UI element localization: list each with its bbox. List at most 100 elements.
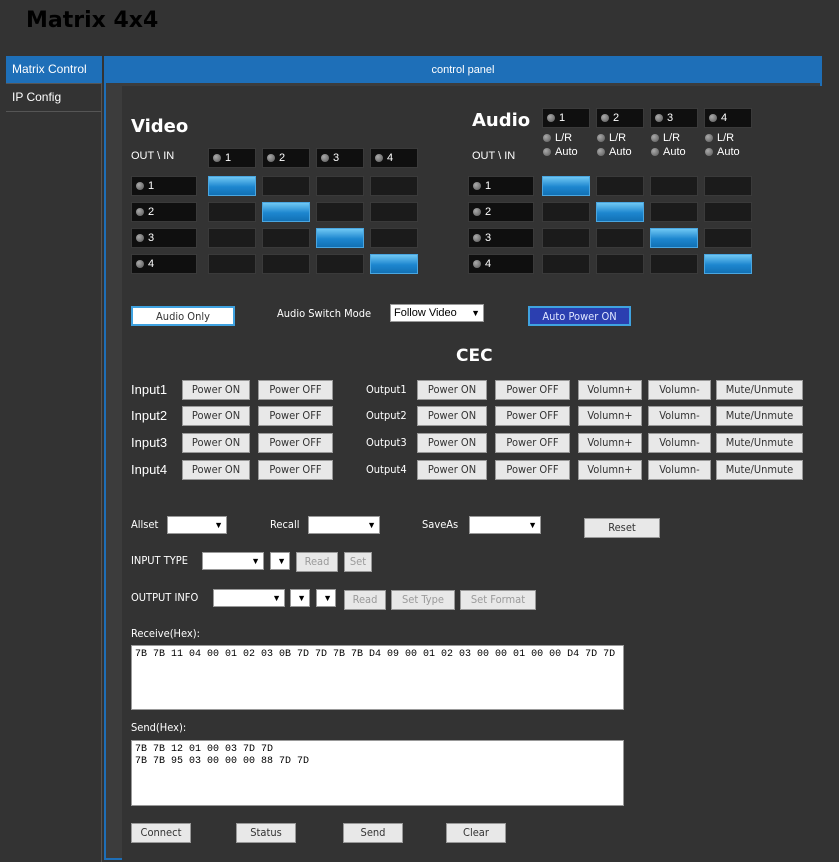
audio-lr-radio-4[interactable]: L/R (704, 132, 734, 144)
video-output-2-button[interactable]: 2 (131, 202, 197, 222)
video-cell-o3-i3[interactable] (316, 228, 364, 248)
cec-output-2-volume-up-button[interactable]: Volumn+ (578, 406, 642, 426)
cec-output-3-volume-down-button[interactable]: Volumn- (648, 433, 711, 453)
cec-output-2-mute-button[interactable]: Mute/Unmute (716, 406, 803, 426)
audio-cell-o1-i2[interactable] (596, 176, 644, 196)
audio-cell-o2-i4[interactable] (704, 202, 752, 222)
audio-cell-o2-i2[interactable] (596, 202, 644, 222)
audio-cell-o3-i2[interactable] (596, 228, 644, 248)
cec-input-1-power-off-button[interactable]: Power OFF (258, 380, 333, 400)
video-cell-o3-i2[interactable] (262, 228, 310, 248)
cec-output-1-volume-up-button[interactable]: Volumn+ (578, 380, 642, 400)
audio-input-1-button[interactable]: 1 (542, 108, 590, 128)
cec-output-1-power-on-button[interactable]: Power ON (417, 380, 487, 400)
cec-output-1-power-off-button[interactable]: Power OFF (495, 380, 570, 400)
cec-output-2-power-off-button[interactable]: Power OFF (495, 406, 570, 426)
audio-switch-mode-select[interactable]: Follow Video ▼ (390, 304, 484, 322)
cec-input-3-power-off-button[interactable]: Power OFF (258, 433, 333, 453)
audio-cell-o3-i3[interactable] (650, 228, 698, 248)
output-info-set-type-button[interactable]: Set Type (391, 590, 455, 610)
cec-input-4-power-off-button[interactable]: Power OFF (258, 460, 333, 480)
cec-output-4-mute-button[interactable]: Mute/Unmute (716, 460, 803, 480)
video-input-1-button[interactable]: 1 (208, 148, 256, 168)
video-cell-o4-i4[interactable] (370, 254, 418, 274)
output-info-port-select[interactable]: ▼ (290, 589, 310, 607)
cec-input-2-power-on-button[interactable]: Power ON (182, 406, 250, 426)
video-cell-o1-i3[interactable] (316, 176, 364, 196)
video-output-4-button[interactable]: 4 (131, 254, 197, 274)
output-info-read-button[interactable]: Read (344, 590, 386, 610)
sidebar-item-matrix-control[interactable]: Matrix Control (6, 56, 102, 84)
input-type-select[interactable]: ▼ (202, 552, 264, 570)
audio-cell-o1-i4[interactable] (704, 176, 752, 196)
cec-output-1-mute-button[interactable]: Mute/Unmute (716, 380, 803, 400)
cec-output-3-power-on-button[interactable]: Power ON (417, 433, 487, 453)
connect-button[interactable]: Connect (131, 823, 191, 843)
saveas-select[interactable]: ▼ (469, 516, 541, 534)
audio-cell-o4-i3[interactable] (650, 254, 698, 274)
audio-output-3-button[interactable]: 3 (468, 228, 534, 248)
audio-only-button[interactable]: Audio Only (131, 306, 235, 326)
audio-lr-radio-3[interactable]: L/R (650, 132, 680, 144)
audio-auto-radio-2[interactable]: Auto (596, 146, 632, 158)
cec-output-4-power-on-button[interactable]: Power ON (417, 460, 487, 480)
audio-output-2-button[interactable]: 2 (468, 202, 534, 222)
audio-output-4-button[interactable]: 4 (468, 254, 534, 274)
video-cell-o2-i2[interactable] (262, 202, 310, 222)
input-type-read-button[interactable]: Read (296, 552, 338, 572)
cec-output-1-volume-down-button[interactable]: Volumn- (648, 380, 711, 400)
audio-lr-radio-1[interactable]: L/R (542, 132, 572, 144)
cec-output-3-power-off-button[interactable]: Power OFF (495, 433, 570, 453)
output-info-format-select[interactable]: ▼ (316, 589, 336, 607)
video-cell-o1-i1[interactable] (208, 176, 256, 196)
video-cell-o4-i2[interactable] (262, 254, 310, 274)
audio-cell-o3-i4[interactable] (704, 228, 752, 248)
video-input-2-button[interactable]: 2 (262, 148, 310, 168)
video-cell-o2-i4[interactable] (370, 202, 418, 222)
sidebar-item-ip-config[interactable]: IP Config (6, 84, 102, 112)
audio-auto-radio-1[interactable]: Auto (542, 146, 578, 158)
cec-output-4-volume-up-button[interactable]: Volumn+ (578, 460, 642, 480)
auto-power-on-button[interactable]: Auto Power ON (528, 306, 631, 326)
video-cell-o2-i3[interactable] (316, 202, 364, 222)
audio-auto-radio-4[interactable]: Auto (704, 146, 740, 158)
audio-input-3-button[interactable]: 3 (650, 108, 698, 128)
audio-auto-radio-3[interactable]: Auto (650, 146, 686, 158)
reset-button[interactable]: Reset (584, 518, 660, 538)
status-button[interactable]: Status (236, 823, 296, 843)
cec-output-3-mute-button[interactable]: Mute/Unmute (716, 433, 803, 453)
cec-output-4-volume-down-button[interactable]: Volumn- (648, 460, 711, 480)
video-cell-o2-i1[interactable] (208, 202, 256, 222)
audio-input-4-button[interactable]: 4 (704, 108, 752, 128)
clear-button[interactable]: Clear (446, 823, 506, 843)
cec-output-2-power-on-button[interactable]: Power ON (417, 406, 487, 426)
cec-input-2-power-off-button[interactable]: Power OFF (258, 406, 333, 426)
video-cell-o1-i2[interactable] (262, 176, 310, 196)
send-textarea[interactable]: 7B 7B 12 01 00 03 7D 7D 7B 7B 95 03 00 0… (131, 740, 624, 806)
video-output-3-button[interactable]: 3 (131, 228, 197, 248)
video-cell-o3-i4[interactable] (370, 228, 418, 248)
output-info-select[interactable]: ▼ (213, 589, 285, 607)
cec-input-3-power-on-button[interactable]: Power ON (182, 433, 250, 453)
video-cell-o1-i4[interactable] (370, 176, 418, 196)
cec-input-1-power-on-button[interactable]: Power ON (182, 380, 250, 400)
output-info-set-format-button[interactable]: Set Format (460, 590, 536, 610)
audio-cell-o2-i3[interactable] (650, 202, 698, 222)
send-button[interactable]: Send (343, 823, 403, 843)
allset-select[interactable]: ▼ (167, 516, 227, 534)
audio-cell-o1-i1[interactable] (542, 176, 590, 196)
cec-output-3-volume-up-button[interactable]: Volumn+ (578, 433, 642, 453)
cec-input-4-power-on-button[interactable]: Power ON (182, 460, 250, 480)
video-output-1-button[interactable]: 1 (131, 176, 197, 196)
video-cell-o4-i3[interactable] (316, 254, 364, 274)
receive-textarea[interactable]: 7B 7B 11 04 00 01 02 03 0B 7D 7D 7B 7B D… (131, 645, 624, 710)
audio-cell-o4-i2[interactable] (596, 254, 644, 274)
audio-cell-o4-i4[interactable] (704, 254, 752, 274)
recall-select[interactable]: ▼ (308, 516, 380, 534)
audio-output-1-button[interactable]: 1 (468, 176, 534, 196)
video-cell-o3-i1[interactable] (208, 228, 256, 248)
audio-cell-o4-i1[interactable] (542, 254, 590, 274)
audio-input-2-button[interactable]: 2 (596, 108, 644, 128)
audio-lr-radio-2[interactable]: L/R (596, 132, 626, 144)
audio-cell-o3-i1[interactable] (542, 228, 590, 248)
